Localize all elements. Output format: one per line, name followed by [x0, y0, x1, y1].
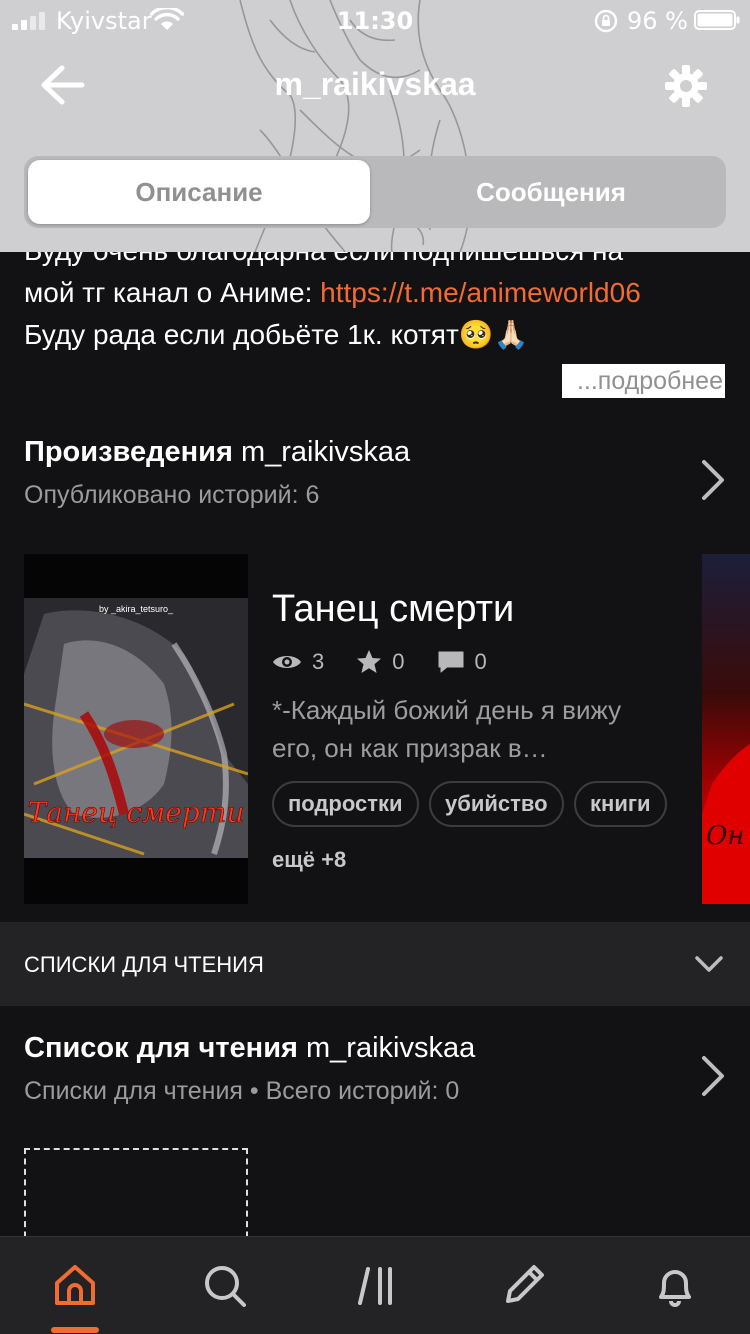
comments-count: 0	[474, 649, 487, 674]
reading-lists-label: СПИСКИ ДЛЯ ЧТЕНИЯ	[24, 952, 264, 977]
tab-description[interactable]: Описание	[28, 160, 370, 224]
tag-chip[interactable]: подростки	[272, 781, 419, 827]
read-more-link[interactable]: ...подробнее	[562, 364, 725, 398]
home-icon[interactable]	[51, 1261, 99, 1309]
page-title: m_raikivskaa	[274, 66, 476, 102]
story-tags: подростки убийство книги ещё +8	[272, 781, 692, 883]
story-cover-art: by _akira_tetsuro_ Танец смерти	[24, 598, 248, 858]
orientation-lock-icon	[594, 9, 618, 33]
next-cover-text: Он	[706, 821, 744, 851]
profile-tabs: Описание Сообщения	[24, 156, 726, 228]
story-cover[interactable]: by _akira_tetsuro_ Танец смерти	[24, 554, 248, 904]
works-username: m_raikivskaa	[240, 436, 411, 468]
battery-percent: 96 %	[627, 7, 688, 35]
bell-icon[interactable]	[651, 1261, 699, 1309]
telegram-link[interactable]: https://t.me/animeworld06	[320, 277, 641, 308]
top-nav: m_raikivskaa	[0, 50, 750, 120]
description-line-2-text: мой тг канал о Аниме:	[24, 277, 321, 308]
bottom-tab-bar	[0, 1236, 750, 1334]
story-title[interactable]: Танец смерти	[272, 588, 692, 631]
active-tab-indicator	[51, 1327, 99, 1333]
chevron-right-icon[interactable]	[700, 458, 726, 502]
cover-author-text: by _akira_tetsuro_	[99, 604, 174, 614]
tag-chip[interactable]: книги	[574, 781, 667, 827]
votes-stat: 0	[356, 649, 405, 675]
works-count: Опубликовано историй: 6	[24, 481, 320, 509]
works-section-header[interactable]: Произведения m_raikivskaa Опубликовано и…	[24, 436, 726, 516]
battery-icon	[694, 10, 740, 30]
story-excerpt: *-Каждый божий день я вижу его, он как п…	[272, 695, 622, 763]
cover-title-text: Танец смерти	[28, 796, 245, 829]
next-story-cover[interactable]: Он	[702, 554, 750, 904]
search-icon[interactable]	[200, 1261, 248, 1309]
reading-list-header[interactable]: Список для чтения m_raikivskaa Списки дл…	[24, 1032, 726, 1112]
tab-messages[interactable]: Сообщения	[380, 160, 722, 224]
more-tags-link[interactable]: ещё +8	[272, 837, 346, 883]
reading-lists-section-toggle[interactable]: СПИСКИ ДЛЯ ЧТЕНИЯ	[0, 922, 750, 1006]
views-stat: 3	[272, 649, 324, 675]
eye-icon	[273, 656, 301, 668]
description-line-2: мой тг канал о Аниме: https://t.me/anime…	[24, 272, 734, 314]
comments-stat: 0	[437, 649, 487, 675]
views-count: 3	[312, 649, 325, 674]
reading-list-count: Списки для чтения • Всего историй: 0	[24, 1077, 460, 1105]
reading-list-title: Список для чтения m_raikivskaa	[24, 1032, 726, 1065]
reading-list-title-text: Список для чтения	[24, 1032, 298, 1064]
chevron-right-icon[interactable]	[700, 1054, 726, 1098]
tag-chip[interactable]: убийство	[429, 781, 564, 827]
reading-list-username: m_raikivskaa	[306, 1032, 476, 1064]
write-pencil-icon[interactable]	[500, 1261, 548, 1309]
emoji: 🥺🙏🏻	[458, 319, 529, 350]
story-card[interactable]: Танец смерти 3 0 0 *-Каждый божий день я…	[272, 588, 692, 883]
gear-icon[interactable]	[662, 62, 710, 110]
chevron-down-icon[interactable]	[694, 952, 724, 976]
library-icon[interactable]	[352, 1261, 400, 1309]
votes-count: 0	[392, 649, 405, 674]
empty-reading-list-placeholder	[24, 1148, 248, 1248]
profile-header: Kyivstar 11:30 96 % m_raikivskaa Описани…	[0, 0, 750, 252]
story-stats: 3 0 0	[272, 647, 692, 677]
works-title: Произведения m_raikivskaa	[24, 436, 726, 469]
works-title-text: Произведения	[24, 436, 233, 468]
status-bar: Kyivstar 11:30 96 %	[0, 0, 750, 40]
comment-bubble-icon	[438, 651, 463, 673]
next-cover-art: Он	[702, 744, 750, 904]
star-icon	[357, 650, 382, 673]
description-line-3: Буду рада если добьёте 1к. котят🥺🙏🏻	[24, 314, 734, 356]
description-line-3-text: Буду рада если добьёте 1к. котят	[24, 319, 459, 350]
